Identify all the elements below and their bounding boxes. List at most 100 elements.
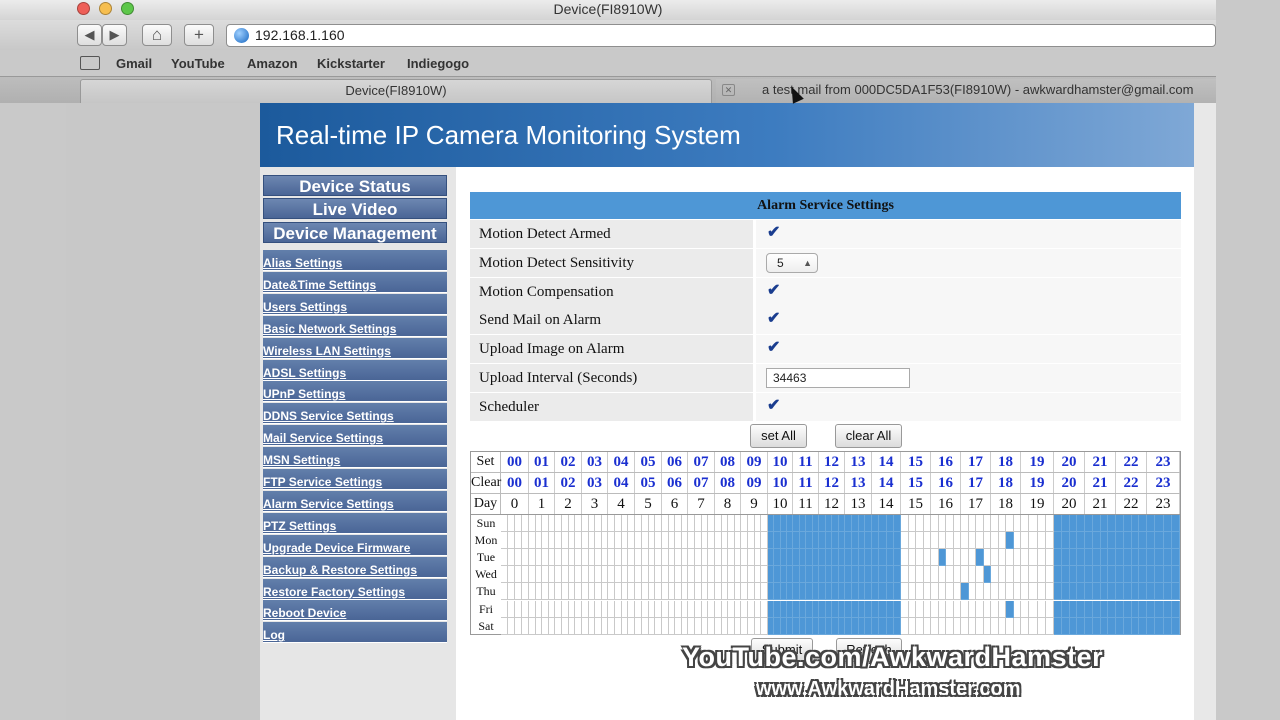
schedule-cell[interactable] (575, 566, 582, 584)
schedule-cell[interactable] (501, 515, 508, 533)
schedule-cell[interactable] (991, 617, 999, 635)
set-hour-link[interactable]: 11 (793, 452, 819, 472)
schedule-cell[interactable] (1100, 583, 1109, 601)
set-all-button[interactable]: set All (750, 424, 807, 448)
schedule-cell[interactable] (1029, 566, 1038, 584)
schedule-cell[interactable] (501, 566, 508, 584)
schedule-cell[interactable] (641, 583, 649, 601)
schedule-cell[interactable] (561, 515, 569, 533)
schedule-cell[interactable] (886, 617, 894, 635)
set-hour-link[interactable]: 20 (1054, 452, 1085, 472)
schedule-cell[interactable] (1100, 566, 1109, 584)
schedule-cell[interactable] (946, 617, 954, 635)
schedule-cell[interactable] (1037, 566, 1046, 584)
schedule-cell[interactable] (648, 583, 656, 601)
clear-hour-link[interactable]: 04 (608, 473, 635, 493)
schedule-cell[interactable] (872, 583, 880, 601)
schedule-cell[interactable] (872, 549, 880, 567)
schedule-cell[interactable] (893, 583, 901, 601)
schedule-cell[interactable] (1085, 532, 1093, 550)
new-tab-button[interactable]: + (184, 24, 214, 46)
schedule-cell[interactable] (628, 549, 635, 567)
schedule-cell[interactable] (983, 566, 991, 584)
schedule-cell[interactable] (555, 549, 562, 567)
schedule-cell[interactable] (1013, 532, 1021, 550)
schedule-cell[interactable] (641, 532, 649, 550)
schedule-cell[interactable] (1139, 583, 1147, 601)
schedule-cell[interactable] (1085, 617, 1093, 635)
schedule-cell[interactable] (1029, 617, 1038, 635)
schedule-cell[interactable] (1155, 600, 1164, 618)
schedule-cell[interactable] (635, 566, 642, 584)
schedule-cell[interactable] (747, 549, 755, 567)
schedule-cell[interactable] (1077, 515, 1085, 533)
schedule-cell[interactable] (1171, 617, 1180, 635)
schedule-cell[interactable] (701, 549, 709, 567)
schedule-cell[interactable] (1013, 617, 1021, 635)
schedule-cell[interactable] (1021, 583, 1030, 601)
schedule-cell[interactable] (741, 600, 748, 618)
schedule-cell[interactable] (761, 532, 768, 550)
schedule-cell[interactable] (931, 566, 939, 584)
clear-hour-link[interactable]: 08 (715, 473, 741, 493)
schedule-cell[interactable] (635, 549, 642, 567)
schedule-cell[interactable] (851, 532, 859, 550)
schedule-cell[interactable] (1100, 549, 1109, 567)
clear-hour-link[interactable]: 13 (845, 473, 872, 493)
schedule-cell[interactable] (879, 566, 887, 584)
nav-device-management[interactable]: Device Management (263, 222, 447, 243)
schedule-cell[interactable] (515, 566, 522, 584)
schedule-cell[interactable] (1054, 515, 1062, 533)
schedule-cell[interactable] (555, 532, 562, 550)
schedule-cell[interactable] (701, 566, 709, 584)
schedule-cell[interactable] (635, 617, 642, 635)
schedule-cell[interactable] (1147, 515, 1156, 533)
schedule-cell[interactable] (908, 600, 916, 618)
schedule-cell[interactable] (968, 515, 976, 533)
schedule-cell[interactable] (991, 566, 999, 584)
schedule-cell[interactable] (1037, 515, 1046, 533)
schedule-cell[interactable] (1092, 532, 1101, 550)
schedule-cell[interactable] (1006, 566, 1014, 584)
sidebar-item[interactable]: Mail Service Settings (263, 425, 447, 447)
schedule-cell[interactable] (851, 583, 859, 601)
clear-hour-link[interactable]: 06 (662, 473, 688, 493)
schedule-cell[interactable] (688, 549, 695, 567)
schedule-cell[interactable] (851, 549, 859, 567)
schedule-cell[interactable] (998, 532, 1006, 550)
clear-hour-link[interactable]: 07 (688, 473, 715, 493)
schedule-cell[interactable] (1077, 549, 1085, 567)
schedule-cell[interactable] (614, 515, 622, 533)
schedule-cell[interactable] (1085, 515, 1093, 533)
schedule-cell[interactable] (614, 617, 622, 635)
set-hour-link[interactable]: 16 (931, 452, 961, 472)
schedule-cell[interactable] (1029, 583, 1038, 601)
schedule-cell[interactable] (886, 515, 894, 533)
set-hour-link[interactable]: 10 (768, 452, 793, 472)
set-hour-link[interactable]: 21 (1085, 452, 1116, 472)
schedule-cell[interactable] (983, 600, 991, 618)
schedule-cell[interactable] (522, 566, 529, 584)
schedule-cell[interactable] (614, 532, 622, 550)
set-hour-link[interactable]: 15 (901, 452, 931, 472)
schedule-cell[interactable] (508, 617, 515, 635)
schedule-cell[interactable] (648, 515, 656, 533)
schedule-cell[interactable] (893, 617, 901, 635)
schedule-cell[interactable] (555, 617, 562, 635)
schedule-cell[interactable] (983, 617, 991, 635)
schedule-cell[interactable] (968, 566, 976, 584)
schedule-cell[interactable] (501, 583, 508, 601)
schedule-cell[interactable] (1029, 532, 1038, 550)
schedule-cell[interactable] (1061, 600, 1070, 618)
schedule-cell[interactable] (655, 583, 662, 601)
schedule-cell[interactable] (1037, 600, 1046, 618)
schedule-cell[interactable] (741, 566, 748, 584)
schedule-cell[interactable] (1139, 532, 1147, 550)
schedule-cell[interactable] (747, 583, 755, 601)
schedule-cell[interactable] (1061, 549, 1070, 567)
sidebar-item[interactable]: Basic Network Settings (263, 315, 447, 337)
schedule-cell[interactable] (648, 617, 656, 635)
schedule-cell[interactable] (561, 600, 569, 618)
schedule-cell[interactable] (641, 549, 649, 567)
schedule-cell[interactable] (1163, 566, 1172, 584)
